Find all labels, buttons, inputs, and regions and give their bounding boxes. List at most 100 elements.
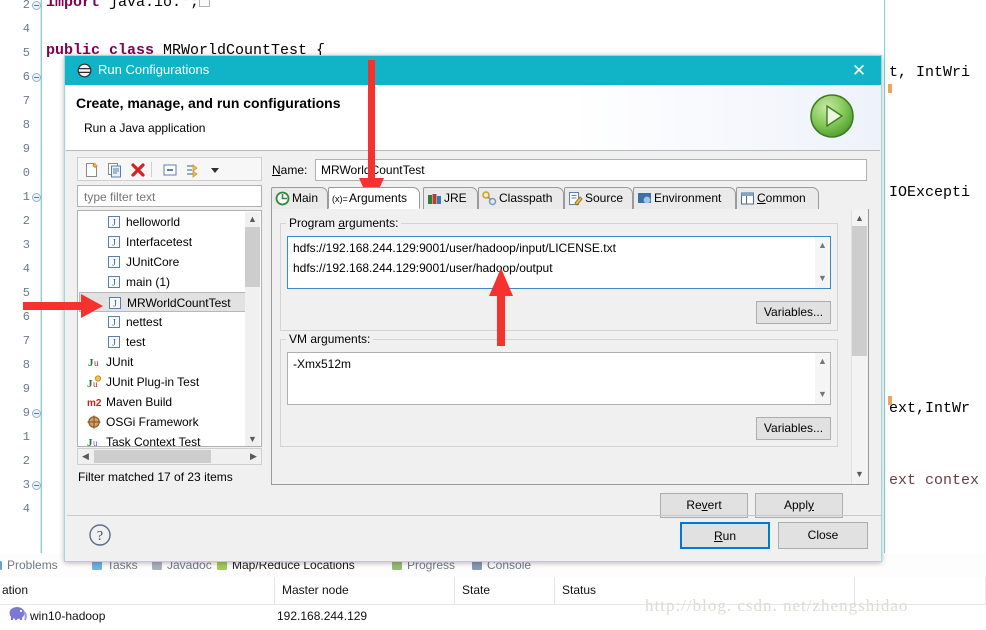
tree-item-junitcore[interactable]: J JUnitCore [79, 252, 247, 272]
textarea-scrollbar[interactable]: ▲ ▼ [815, 353, 830, 404]
scroll-up-icon[interactable]: ▲ [815, 238, 830, 252]
scroll-up-icon[interactable]: ▲ [815, 354, 830, 368]
tree-item-junit-plug-in-test[interactable]: Ju JUnit Plug-in Test [79, 372, 247, 392]
column-header[interactable]: ation [0, 577, 275, 604]
tree-item-main-1[interactable]: Jmain (1) [79, 272, 247, 292]
svg-text:J: J [112, 258, 116, 268]
collapsed-imports-icon[interactable] [199, 0, 211, 7]
svg-text:(x)=: (x)= [332, 194, 348, 204]
java-app-icon: J [107, 275, 121, 289]
close-button[interactable]: Close [778, 522, 868, 549]
dialog-header: Create, manage, and run configurations R… [66, 85, 880, 151]
help-button[interactable]: ? [87, 522, 113, 548]
svg-text:u: u [94, 358, 99, 368]
tab-page-scrollbar[interactable]: ▲ ▼ [851, 210, 867, 484]
classpath-tab-icon [482, 191, 497, 206]
vm-arguments-textarea[interactable]: -Xmx512m ▲ ▼ [287, 352, 831, 405]
program-arguments-textarea[interactable]: hdfs://192.168.244.129:9001/user/hadoop/… [287, 236, 831, 289]
arguments-tab-icon: (x)= [332, 191, 348, 206]
textarea-scrollbar[interactable]: ▲ ▼ [815, 237, 830, 288]
tree-item-interfacetest[interactable]: J Interfacetest [79, 232, 247, 252]
program-arguments-variables-button[interactable]: Variables... [756, 301, 831, 324]
tree-item-maven-build[interactable]: m2 Maven Build [79, 392, 247, 412]
code-line: import java.io.*; [46, 0, 211, 11]
close-icon[interactable]: ✕ [837, 56, 881, 85]
configuration-detail-panel: Name: MRWorldCountTest Main (x)=Arguments… [271, 157, 869, 518]
fold-toggle-icon[interactable] [32, 1, 41, 10]
tree-item-helloworld[interactable]: Jhelloworld [79, 212, 247, 232]
duplicate-configuration-icon[interactable] [106, 161, 124, 179]
elephant-icon [8, 604, 28, 628]
line-number: 4 [22, 22, 30, 36]
tab-common[interactable]: Common [736, 187, 819, 209]
scroll-thumb[interactable] [94, 450, 211, 463]
tab-arguments[interactable]: (x)= Arguments [328, 187, 420, 209]
scroll-thumb[interactable] [852, 226, 867, 356]
bottom-tab-problems[interactable]: Problems [0, 555, 58, 575]
tree-item-label: Maven Build [106, 395, 173, 409]
line-number: 4 [22, 502, 30, 516]
annotation-arrow-down-name [359, 60, 384, 206]
main-tab-icon [275, 191, 290, 206]
tree-item-osgi-framework[interactable]: OSGi Framework [79, 412, 247, 432]
fold-toggle-icon[interactable] [32, 481, 41, 490]
tab-label: Arguments [349, 191, 408, 205]
name-input[interactable]: MRWorldCountTest [315, 159, 867, 181]
maven-icon: m2 [87, 395, 102, 409]
tab-label: Main [292, 191, 319, 205]
environment-tab-icon [637, 191, 652, 206]
filter-icon[interactable] [184, 161, 202, 179]
tab-environment[interactable]: Environment [633, 187, 736, 209]
scroll-thumb[interactable] [245, 227, 260, 287]
new-configuration-icon[interactable] [83, 161, 101, 179]
java-app-icon: J [107, 215, 121, 229]
run-configurations-dialog: Run Configurations ✕ Create, manage, and… [64, 55, 882, 562]
scroll-left-icon[interactable]: ◀ [78, 449, 93, 464]
tree-horizontal-scrollbar[interactable]: ◀ ▶ [77, 448, 262, 465]
run-button[interactable]: Run [680, 522, 770, 549]
fold-toggle-icon[interactable] [32, 193, 41, 202]
problems-icon [0, 558, 4, 572]
tab-classpath[interactable]: Classpath [478, 187, 564, 209]
view-menu-chevron-icon[interactable] [206, 161, 224, 179]
line-number: 8 [22, 118, 30, 132]
junit-icon: Ju [87, 355, 101, 369]
line-number: 9 [22, 382, 30, 396]
collapse-all-icon[interactable] [161, 161, 179, 179]
line-number: 9 [22, 142, 30, 156]
configuration-tab-strip[interactable]: Main (x)= Arguments JRE Classpath Source Envir… [271, 187, 869, 210]
scroll-right-icon[interactable]: ▶ [246, 449, 261, 464]
line-number: 0 [22, 166, 30, 180]
tab-jre[interactable]: JRE [423, 187, 478, 209]
filter-text-field[interactable] [77, 185, 262, 208]
code-line: IOExcepti [889, 184, 971, 201]
column-header[interactable]: Master node [275, 577, 455, 604]
tree-toolbar[interactable] [77, 157, 262, 181]
dialog-title-bar[interactable]: Run Configurations ✕ [65, 56, 881, 85]
scroll-up-icon[interactable]: ▲ [852, 210, 867, 226]
code-line: ext contex [889, 472, 980, 489]
scroll-down-icon[interactable]: ▼ [852, 466, 867, 482]
scroll-up-icon[interactable]: ▲ [245, 212, 260, 227]
tree-item-label: JUnitCore [126, 255, 180, 269]
filter-input[interactable] [82, 186, 261, 208]
tree-vertical-scrollbar[interactable]: ▲ ▼ [245, 212, 260, 446]
fold-toggle-icon[interactable] [32, 73, 41, 82]
line-number: 2 [22, 214, 30, 228]
scroll-down-icon[interactable]: ▼ [245, 432, 260, 446]
scroll-down-icon[interactable]: ▼ [815, 271, 830, 285]
vm-arguments-variables-button[interactable]: Variables... [756, 417, 831, 440]
fold-toggle-icon[interactable] [32, 409, 41, 418]
line-number: 3 [22, 478, 30, 492]
column-header[interactable]: State [455, 577, 555, 604]
tree-item-task-context-test[interactable]: Ju Task Context Test [79, 432, 247, 446]
tree-item-junit[interactable]: Ju JUnit [79, 352, 247, 372]
annotation-arrow-up-program-args [489, 268, 513, 346]
delete-configuration-icon[interactable] [129, 161, 147, 179]
line-number: 8 [22, 358, 30, 372]
tab-main[interactable]: Main [271, 187, 328, 209]
tab-source[interactable]: Source [564, 187, 633, 209]
line-number: 4 [22, 262, 30, 276]
scroll-down-icon[interactable]: ▼ [815, 387, 830, 401]
configurations-tree[interactable]: Jhelloworld J Interfacetest J JUnitCore Jmain… [77, 210, 262, 447]
